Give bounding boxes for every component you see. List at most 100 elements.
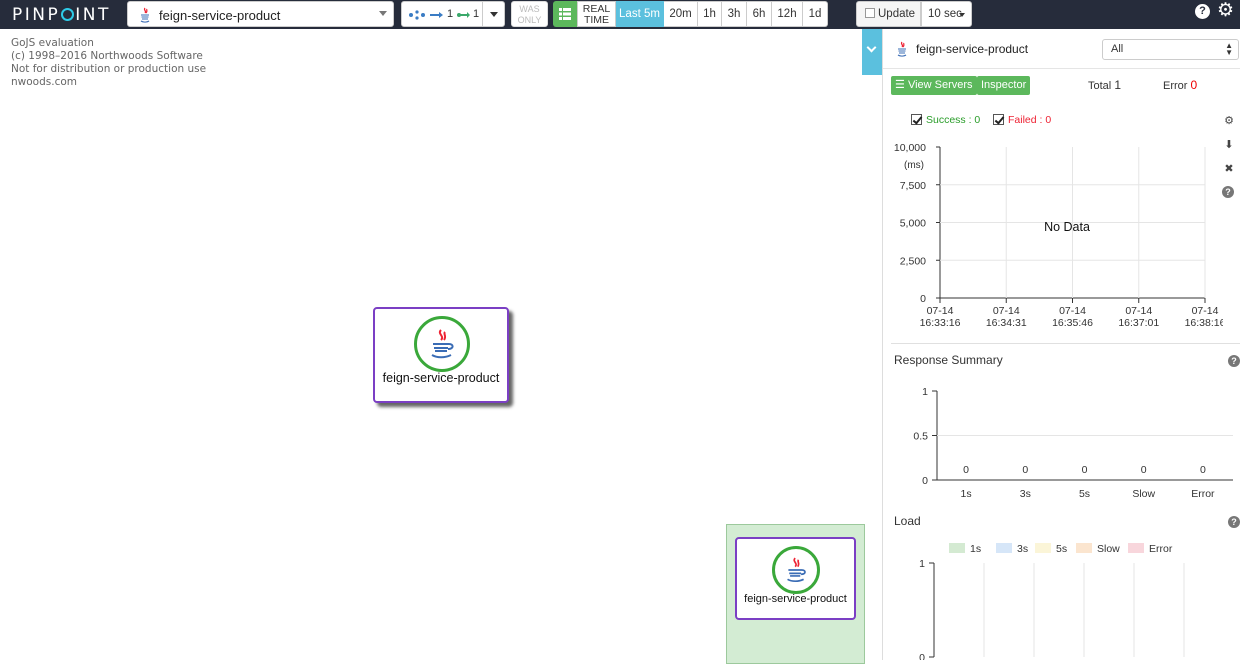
auto-update-toggle[interactable]: Update	[856, 1, 921, 27]
interval-value: 10 sec	[928, 8, 962, 20]
scatter-y-tick-label: 0	[920, 293, 926, 305]
legend-label: Error	[1149, 543, 1173, 555]
legend-swatch	[1128, 543, 1144, 553]
summary-x-tick-label: 1s	[961, 488, 972, 500]
chevron-down-icon	[490, 12, 498, 17]
help-icon[interactable]: ?	[1222, 186, 1234, 198]
server-map-canvas[interactable]: GoJS evaluation (c) 1998–2016 Northwoods…	[0, 29, 882, 664]
help-icon[interactable]: ?	[1195, 4, 1210, 19]
legend-swatch	[1076, 543, 1092, 553]
legend-label: 1s	[970, 543, 982, 555]
failed-legend[interactable]: Failed : 0	[993, 114, 1051, 127]
chart-tools: ⚙ ⬇ ✖ ?	[1222, 114, 1236, 198]
divider	[891, 343, 1240, 344]
scatter-x-ticks: 07-1416:33:1607-1416:34:3107-1416:35:460…	[920, 298, 1223, 329]
range-3h[interactable]: 3h	[722, 1, 747, 27]
view-servers-label: View Servers	[907, 79, 973, 91]
outbound-depth-value: 1	[473, 8, 480, 20]
watermark-line: (c) 1998–2016 Northwoods Software	[11, 50, 203, 62]
error-value: 0	[1190, 78, 1198, 92]
success-legend-label: Success : 0	[926, 114, 981, 126]
range-12h[interactable]: 12h	[772, 1, 803, 27]
list-icon: ☰	[895, 79, 905, 91]
load-title: Load	[894, 514, 921, 528]
response-summary-chart[interactable]: 10.50 00000 1s 3s 5s Slow Error	[883, 379, 1233, 507]
gear-icon[interactable]: ⚙	[1217, 1, 1234, 21]
range-last-5m[interactable]: Last 5m	[616, 1, 664, 27]
agent-filter-select[interactable]: All ▲ ▼	[1102, 39, 1239, 60]
scatter-x-tick-time: 16:37:01	[1118, 317, 1159, 329]
failed-legend-label: Failed : 0	[1008, 114, 1052, 126]
help-icon[interactable]: ?	[1228, 355, 1240, 367]
help-icon[interactable]: ?	[1228, 516, 1240, 528]
total-value: 1	[1114, 78, 1121, 92]
inspector-button[interactable]: Inspector	[977, 76, 1031, 95]
gojs-watermark: GoJS evaluation (c) 1998–2016 Northwoods…	[11, 37, 206, 89]
summary-y-tick-label: 1	[922, 386, 928, 398]
scatter-no-data: No Data	[1044, 220, 1090, 234]
scatter-x-tick-date: 07-14	[993, 305, 1020, 317]
update-checkbox[interactable]	[865, 8, 875, 18]
error-count: Error 0	[1163, 76, 1197, 96]
load-legend-item[interactable]: 5s	[1035, 543, 1067, 555]
panel-app-name: feign-service-product	[916, 42, 1029, 56]
load-chart[interactable]: 10	[883, 559, 1233, 660]
total-label: Total	[1088, 80, 1112, 92]
error-label: Error	[1163, 80, 1188, 92]
summary-x-tick-label: Error	[1191, 488, 1215, 500]
watermark-line: nwoods.com	[11, 76, 77, 88]
expand-icon[interactable]: ✖	[1222, 162, 1236, 186]
scatter-x-tick-time: 16:35:46	[1052, 317, 1093, 329]
summary-bar-value: 0	[1141, 464, 1147, 476]
success-checkbox[interactable]	[911, 114, 922, 125]
watermark-line: Not for distribution or production use	[11, 63, 207, 75]
load-legend-item[interactable]: 1s	[949, 543, 981, 555]
panel-collapse-button[interactable]	[862, 29, 882, 75]
pinpoint-logo[interactable]: PINP INT	[12, 5, 111, 25]
calendar-grid-button[interactable]	[553, 1, 577, 27]
watermark-line: GoJS evaluation	[11, 37, 94, 49]
scatter-x-tick-date: 07-14	[1125, 305, 1152, 317]
chevron-down-icon	[866, 42, 877, 53]
agent-filter-value: All	[1111, 43, 1124, 55]
range-1d[interactable]: 1d	[803, 1, 828, 27]
legend-swatch	[949, 543, 965, 553]
load-legend-item[interactable]: Slow	[1076, 543, 1120, 555]
summary-bar-value: 0	[963, 464, 969, 476]
legend-label: 5s	[1056, 543, 1068, 555]
load-legend-item[interactable]: Error	[1128, 543, 1172, 555]
summary-bars: 0 0 0 0 0	[963, 464, 1206, 476]
download-icon[interactable]: ⬇	[1222, 138, 1236, 162]
scatter-y-tick-label: 7,500	[900, 180, 926, 192]
range-20m[interactable]: 20m	[664, 1, 698, 27]
success-legend[interactable]: Success : 0	[911, 114, 980, 127]
range-6h[interactable]: 6h	[747, 1, 772, 27]
update-interval-select[interactable]: 10 sec	[921, 1, 972, 27]
grid-icon	[559, 8, 571, 20]
failed-checkbox[interactable]	[993, 114, 1004, 125]
realtime-button[interactable]: REAL TIME	[577, 1, 616, 27]
summary-bar-value: 0	[1022, 464, 1028, 476]
range-1h[interactable]: 1h	[698, 1, 722, 27]
server-map-node[interactable]: feign-service-product	[373, 307, 509, 403]
scatter-x-tick-date: 07-14	[1059, 305, 1086, 317]
gear-icon[interactable]: ⚙	[1222, 114, 1236, 138]
scatter-y-tick-label: 2,500	[900, 255, 926, 267]
application-selector[interactable]: feign-service-product	[127, 1, 394, 27]
scatter-x-tick-time: 16:34:31	[986, 317, 1027, 329]
view-servers-button[interactable]: ☰ View Servers	[891, 76, 977, 95]
response-time-scatter-chart[interactable]: 10,0007,5005,0002,5000 07-1416:33:1607-1…	[883, 137, 1223, 337]
minimap-overview[interactable]: feign-service-product	[726, 524, 865, 664]
summary-x-ticks: 1s 3s 5s Slow Error	[961, 488, 1216, 500]
java-icon	[139, 7, 151, 28]
load-legend-item[interactable]: 3s	[996, 543, 1028, 555]
summary-y-tick-label: 0	[922, 475, 928, 487]
was-only-toggle[interactable]: WAS ONLY	[511, 1, 548, 27]
search-depth-selector[interactable]: 1 1	[401, 1, 505, 27]
depth-dropdown-toggle[interactable]	[482, 2, 504, 26]
load-y-tick-label: 0	[919, 652, 925, 660]
java-icon	[414, 316, 470, 372]
legend-swatch	[996, 543, 1012, 553]
response-summary-title: Response Summary	[894, 353, 1003, 367]
inbound-depth-icon	[409, 10, 443, 20]
